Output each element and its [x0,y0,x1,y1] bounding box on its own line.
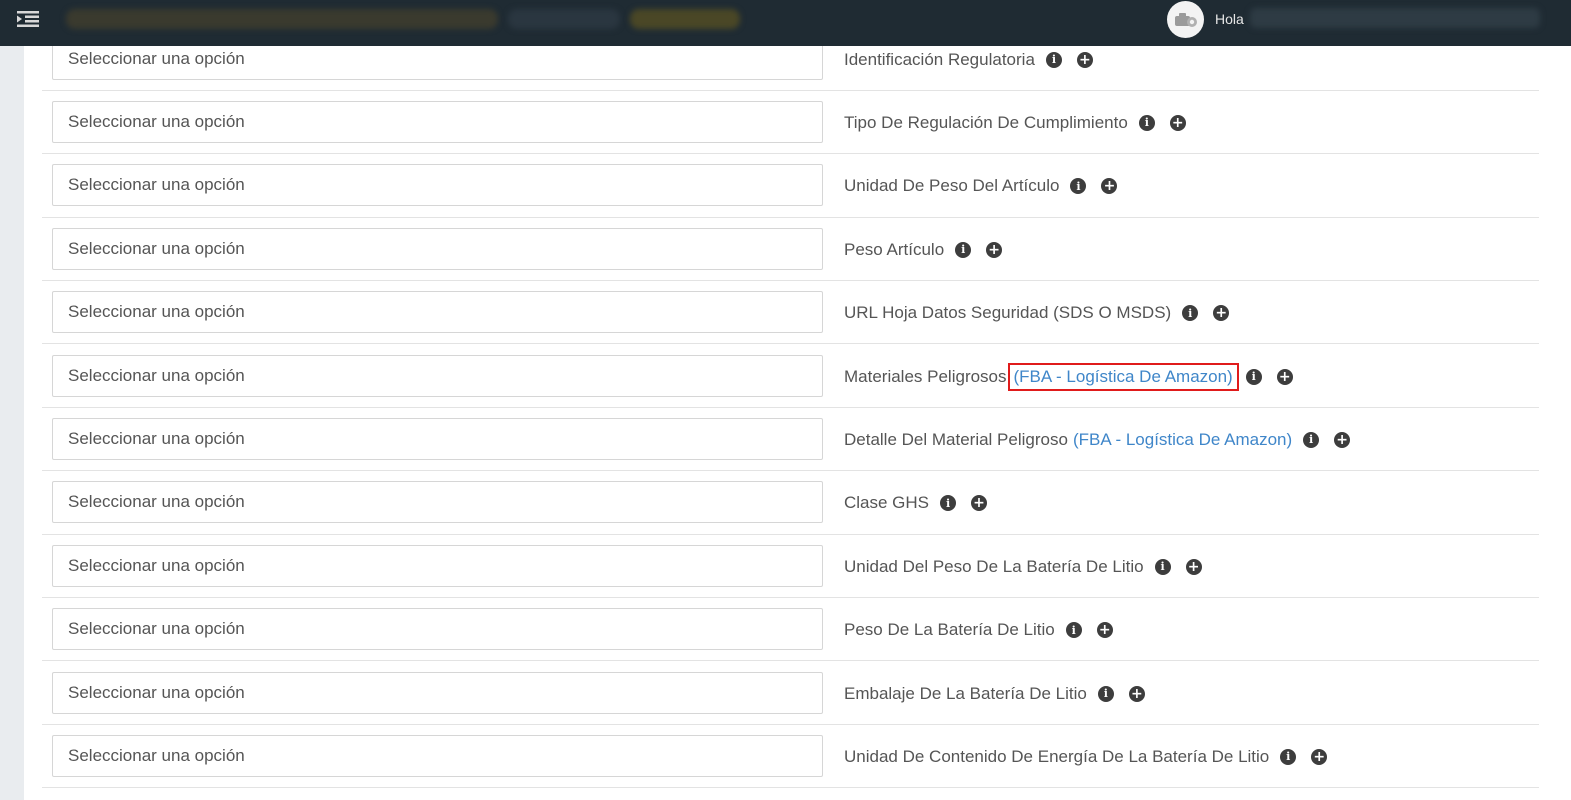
add-circle-icon[interactable]: + [1076,51,1093,68]
attribute-select[interactable]: Seleccionar una opción [52,417,823,460]
select-placeholder: Seleccionar una opción [68,48,245,68]
attribute-select[interactable]: Seleccionar una opción [52,481,823,524]
add-circle-icon[interactable]: + [1128,685,1145,702]
add-circle-icon[interactable]: + [1096,622,1113,639]
add-circle-icon[interactable]: + [1169,114,1186,131]
info-icon[interactable]: i [1070,178,1087,195]
form-panel: Seleccionar una opción Identificación Reg… [24,37,1571,800]
redacted-breadcrumb-segment [630,9,740,29]
attribute-label-group: Unidad De Contenido De Energía De La Bat… [844,746,1328,767]
attribute-row: Seleccionar una opción Unidad De Peso Del… [42,154,1539,218]
attribute-label-group: Clase GHS i + [844,493,988,513]
fba-tag-link[interactable]: (FBA - Logística De Amazon) [1073,430,1292,450]
add-circle-icon[interactable]: + [1334,431,1351,448]
info-icon[interactable]: i [1065,622,1082,639]
attribute-row: Seleccionar una opción Embalaje De La Bat… [42,662,1539,725]
add-circle-icon[interactable]: + [1276,368,1293,385]
attribute-label: Unidad De Contenido De Energía De La Bat… [844,746,1270,766]
select-placeholder: Seleccionar una opción [68,745,245,765]
attribute-label-group: Peso Artículo i + [844,239,1003,260]
attribute-label-group: Unidad De Peso Del Artículo i + [844,176,1118,196]
info-icon[interactable]: i [1097,685,1114,702]
select-placeholder: Seleccionar una opción [68,238,245,258]
attribute-label: Embalaje De La Batería De Litio [844,683,1087,703]
info-icon[interactable]: i [1154,558,1171,575]
attribute-select[interactable]: Seleccionar una opción [52,100,823,143]
add-circle-icon[interactable]: + [1311,748,1328,765]
select-placeholder: Seleccionar una opción [68,555,245,575]
info-icon[interactable]: i [955,241,972,258]
attribute-label: URL Hoja Datos Seguridad (SDS O MSDS) [844,303,1172,323]
info-icon[interactable]: i [1245,368,1262,385]
greeting-text: Hola [1215,11,1244,27]
attribute-select[interactable]: Seleccionar una opción [52,164,823,207]
attribute-label-group: Identificación Regulatoria i + [844,50,1093,70]
menu-toggle-icon[interactable] [14,8,42,30]
attribute-row: Seleccionar una opción Detalle Del Materi… [42,408,1539,472]
attribute-row: Seleccionar una opción Materiales Peligro… [42,345,1539,408]
attribute-label-group: Tipo De Regulación De Cumplimiento i + [844,113,1186,133]
attribute-label: Identificación Regulatoria [844,49,1035,69]
attribute-label: Detalle Del Material Peligroso [844,429,1068,449]
select-placeholder: Seleccionar una opción [68,682,245,702]
redacted-breadcrumb-segment [508,9,620,29]
attribute-label: Peso De La Batería De Litio [844,620,1055,640]
info-icon[interactable]: i [1303,431,1320,448]
select-placeholder: Seleccionar una opción [68,619,245,639]
attribute-select[interactable]: Seleccionar una opción [52,734,823,777]
select-placeholder: Seleccionar una opción [68,428,245,448]
select-placeholder: Seleccionar una opción [68,175,245,195]
attribute-select[interactable]: Seleccionar una opción [52,291,823,334]
add-circle-icon[interactable]: + [971,495,988,512]
user-avatar[interactable] [1167,1,1204,38]
attribute-select[interactable]: Seleccionar una opción [52,227,823,270]
select-placeholder: Seleccionar una opción [68,111,245,131]
fba-tag-link[interactable]: (FBA - Logística De Amazon) [1007,362,1239,391]
attribute-select[interactable]: Seleccionar una opción [52,544,823,587]
attribute-label-group: Embalaje De La Batería De Litio i + [844,684,1145,704]
attribute-row: Seleccionar una opción Clase GHS i + [42,471,1539,535]
select-placeholder: Seleccionar una opción [68,492,245,512]
select-placeholder: Seleccionar una opción [68,365,245,385]
add-circle-icon[interactable]: + [1213,305,1230,322]
attribute-label: Unidad De Peso Del Artículo [844,176,1060,196]
info-icon[interactable]: i [1045,51,1062,68]
attribute-row: Seleccionar una opción Tipo De Regulación… [42,91,1539,155]
attribute-row: Seleccionar una opción Peso De La Batería… [42,598,1539,662]
attribute-label-group: URL Hoja Datos Seguridad (SDS O MSDS) i + [844,303,1230,323]
attribute-label: Unidad Del Peso De La Batería De Litio [844,556,1144,576]
redacted-breadcrumb [66,9,498,29]
attribute-row: Seleccionar una opción URL Hoja Datos Seg… [42,281,1539,345]
attribute-select[interactable]: Seleccionar una opción [52,608,823,651]
info-icon[interactable]: i [940,495,957,512]
attribute-label: Clase GHS [844,493,930,513]
attribute-label: Peso Artículo [844,239,945,259]
attribute-select[interactable]: Seleccionar una opción [52,671,823,714]
attribute-label: Materiales Peligrosos [844,366,1007,386]
attribute-select[interactable]: Seleccionar una opción [52,354,823,397]
attribute-label-group: Materiales Peligrosos (FBA - Logística De… [844,362,1293,391]
add-circle-icon[interactable]: + [986,241,1003,258]
redacted-username [1250,8,1540,28]
attribute-label: Tipo De Regulación De Cumplimiento [844,112,1128,132]
attribute-row: Seleccionar una opción Peso Artículo i + [42,218,1539,282]
top-navigation-bar: Hola [0,0,1571,46]
attribute-row: Seleccionar una opción Unidad Del Peso De… [42,535,1539,599]
add-circle-icon[interactable]: + [1185,558,1202,575]
attribute-label-group: Unidad Del Peso De La Batería De Litio i + [844,557,1202,577]
add-circle-icon[interactable]: + [1101,178,1118,195]
attribute-label-group: Detalle Del Material Peligroso (FBA - Log… [844,429,1351,450]
info-icon[interactable]: i [1182,305,1199,322]
attribute-row: Seleccionar una opción Unidad De Contenid… [42,725,1539,789]
attribute-label-group: Peso De La Batería De Litio i + [844,620,1113,640]
select-placeholder: Seleccionar una opción [68,302,245,322]
info-icon[interactable]: i [1280,748,1297,765]
info-icon[interactable]: i [1138,114,1155,131]
